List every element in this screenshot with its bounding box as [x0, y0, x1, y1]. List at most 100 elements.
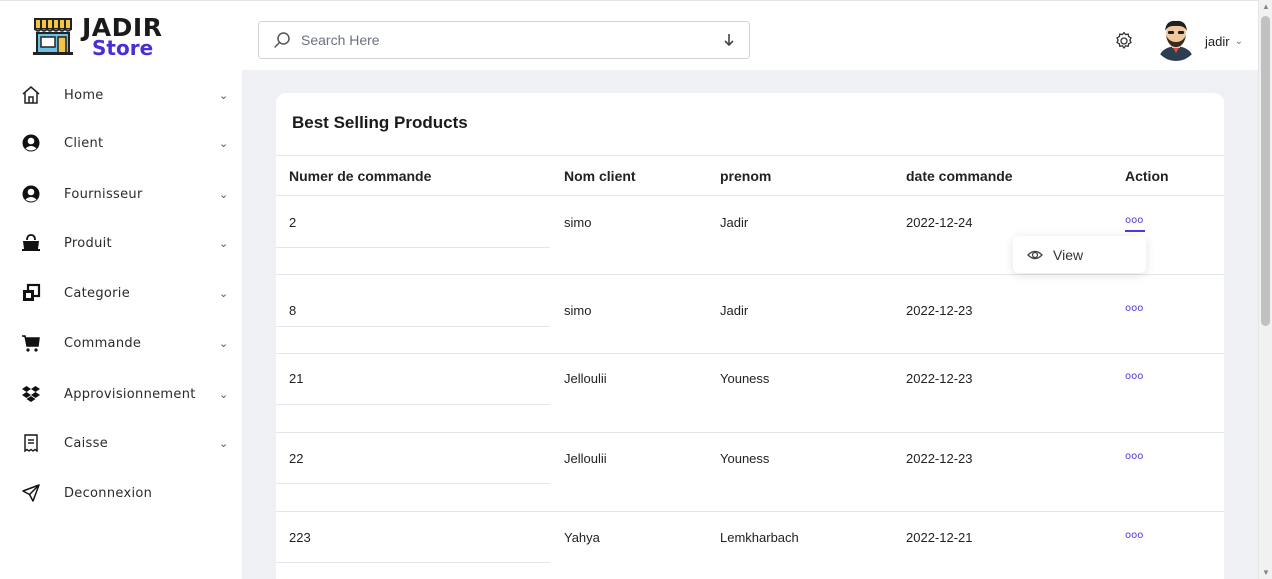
scrollbar-thumb[interactable] — [1261, 16, 1270, 326]
cell-date: 2022-12-24 — [906, 215, 973, 230]
cell-nom: Yahya — [564, 530, 600, 545]
cell-numero: 22 — [289, 451, 304, 466]
chevron-down-icon: ⌄ — [219, 337, 229, 350]
view-label: View — [1053, 246, 1084, 263]
cell-nom: simo — [564, 303, 592, 318]
cell-prenom: Lemkharbach — [720, 530, 799, 545]
sidebar-item-approvisionnement[interactable]: Approvisionnement ⌄ — [0, 374, 242, 414]
sidebar-item-label: Caisse — [64, 435, 108, 451]
shopping-bag-icon — [21, 233, 41, 253]
user-circle-icon — [21, 133, 41, 153]
best-selling-products-card: Best Selling Products Numer de commande … — [276, 93, 1224, 579]
column-header-numero: Numer de commande — [289, 168, 432, 184]
send-icon — [21, 483, 41, 503]
sidebar-item-label: Home — [64, 87, 104, 103]
chevron-down-icon: ⌄ — [219, 89, 229, 102]
user-name: jadir — [1205, 34, 1230, 49]
sidebar-item-produit[interactable]: Produit ⌄ — [0, 223, 242, 263]
sidebar-item-label: Categorie — [64, 285, 130, 301]
search-bar — [258, 21, 750, 59]
sidebar-item-label: Client — [64, 135, 104, 151]
chevron-down-icon: ⌄ — [219, 237, 229, 250]
chevron-down-icon: ⌄ — [219, 388, 229, 401]
user-circle-icon — [21, 184, 41, 204]
sidebar-item-caisse[interactable]: Caisse ⌄ — [0, 423, 242, 463]
divider — [276, 404, 550, 405]
chevron-down-icon: ⌄ — [1234, 36, 1243, 47]
cell-date: 2022-12-21 — [906, 530, 973, 545]
search-input[interactable] — [301, 32, 721, 48]
chevron-down-icon: ⌄ — [219, 188, 229, 201]
divider — [276, 274, 1224, 275]
column-header-action: Action — [1125, 168, 1169, 184]
column-header-nom-client: Nom client — [564, 168, 636, 184]
cell-prenom: Jadir — [720, 303, 749, 318]
sidebar-item-deconnexion[interactable]: Deconnexion — [0, 473, 242, 513]
divider — [276, 195, 1224, 196]
page-title: Best Selling Products — [292, 113, 468, 132]
avatar[interactable] — [1154, 17, 1198, 61]
row-actions-button[interactable]: ooo — [1125, 451, 1143, 462]
page-scrollbar[interactable]: ▲ ▼ — [1258, 0, 1272, 579]
eye-icon — [1027, 250, 1043, 259]
divider — [276, 483, 550, 484]
cell-prenom: Jadir — [720, 215, 749, 230]
row-actions-button[interactable]: ooo — [1125, 303, 1143, 314]
divider — [276, 155, 1224, 156]
cell-date: 2022-12-23 — [906, 303, 973, 318]
sidebar-item-label: Approvisionnement — [64, 386, 196, 402]
divider — [276, 326, 550, 327]
store-icon — [33, 18, 73, 55]
divider — [276, 247, 550, 248]
cell-numero: 2 — [289, 215, 297, 230]
cell-nom: Jelloulii — [564, 451, 607, 466]
row-actions-button[interactable]: ooo — [1125, 530, 1143, 541]
column-header-prenom: prenom — [720, 168, 772, 184]
chevron-down-icon: ⌄ — [219, 137, 229, 150]
row-actions-button[interactable]: ooo — [1125, 215, 1143, 226]
cell-prenom: Youness — [720, 371, 770, 386]
cart-icon — [21, 333, 41, 353]
gear-icon[interactable] — [1114, 31, 1134, 51]
avatar-image — [1158, 20, 1194, 61]
top-bar: JADIR Store jadir ⌄ — [0, 0, 1258, 70]
receipt-icon — [21, 433, 41, 453]
cell-prenom: Youness — [720, 451, 770, 466]
home-icon — [21, 85, 41, 105]
sidebar-item-label: Produit — [64, 235, 112, 251]
scroll-up-icon[interactable]: ▲ — [1262, 2, 1270, 11]
chevron-down-icon: ⌄ — [219, 287, 229, 300]
scroll-down-icon[interactable]: ▼ — [1262, 568, 1270, 577]
sidebar: Home ⌄ Client ⌄ Fournisseur ⌄ Produit ⌄ … — [0, 70, 242, 579]
divider — [276, 562, 550, 563]
search-icon[interactable] — [273, 31, 291, 49]
sidebar-item-client[interactable]: Client ⌄ — [0, 123, 242, 163]
sidebar-item-commande[interactable]: Commande ⌄ — [0, 323, 242, 363]
divider — [276, 353, 1224, 354]
user-menu[interactable]: jadir ⌄ — [1205, 34, 1243, 49]
view-menu-item[interactable]: View — [1013, 236, 1146, 273]
sidebar-item-fournisseur[interactable]: Fournisseur ⌄ — [0, 174, 242, 214]
sidebar-item-label: Deconnexion — [64, 485, 153, 501]
divider — [276, 511, 1224, 512]
active-indicator — [1125, 230, 1145, 232]
cell-numero: 21 — [289, 371, 304, 386]
cell-nom: Jelloulii — [564, 371, 607, 386]
sidebar-item-categorie[interactable]: Categorie ⌄ — [0, 273, 242, 313]
cell-date: 2022-12-23 — [906, 371, 973, 386]
cell-date: 2022-12-23 — [906, 451, 973, 466]
brand-logo[interactable]: JADIR Store — [32, 13, 162, 59]
sidebar-item-label: Commande — [64, 335, 142, 351]
divider — [276, 432, 1224, 433]
brand-name-bottom: Store — [92, 35, 154, 60]
dropbox-icon — [21, 384, 41, 404]
cell-numero: 8 — [289, 303, 297, 318]
brand-name: JADIR Store — [82, 15, 162, 58]
arrow-down-icon[interactable] — [721, 32, 737, 48]
sidebar-item-label: Fournisseur — [64, 186, 143, 202]
cell-numero: 223 — [289, 530, 311, 545]
column-header-date: date commande — [906, 168, 1013, 184]
sidebar-item-home[interactable]: Home ⌄ — [0, 75, 242, 115]
layers-icon — [21, 283, 41, 303]
row-actions-button[interactable]: ooo — [1125, 371, 1143, 382]
